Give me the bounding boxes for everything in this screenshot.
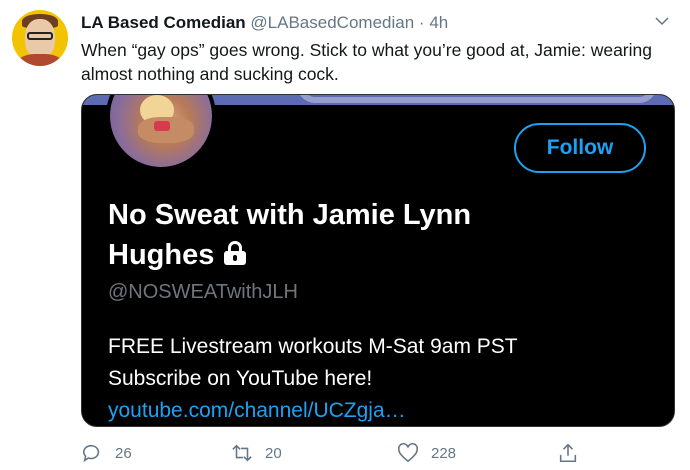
tweet-actions: 26 20 228: [81, 440, 581, 466]
header-separator: ·: [418, 13, 425, 32]
heart-icon: [398, 442, 418, 463]
reply-count: 26: [115, 444, 132, 462]
banner-graphic: [297, 95, 657, 103]
bio-line-1: FREE Livestream workouts M-Sat 9am PST: [108, 335, 518, 358]
author-name[interactable]: LA Based Comedian: [81, 13, 246, 32]
like-button[interactable]: 228: [397, 440, 456, 466]
card-bio: FREE Livestream workouts M-Sat 9am PST S…: [108, 331, 668, 426]
profile-picture[interactable]: [106, 95, 216, 171]
lock-icon: [224, 241, 247, 266]
retweet-count: 20: [265, 444, 282, 462]
bio-youtube-link[interactable]: youtube.com/channel/UCZgja…: [108, 399, 406, 422]
author-avatar[interactable]: [12, 10, 68, 66]
bio-line-2-text: Subscribe on YouTube here!: [108, 367, 373, 390]
profile-card[interactable]: Follow No Sweat with Jamie Lynn Hughes @…: [81, 94, 675, 427]
chevron-down-icon[interactable]: [650, 12, 674, 34]
card-display-name: No Sweat with Jamie Lynn Hughes: [108, 195, 528, 275]
tweet-header: LA Based Comedian @LABasedComedian · 4h: [81, 13, 448, 35]
avatar-shirt: [18, 54, 62, 66]
tweet-text: When “gay ops” goes wrong. Stick to what…: [81, 40, 652, 84]
reply-icon: [82, 444, 100, 462]
share-button[interactable]: [557, 440, 579, 466]
card-display-name-text: No Sweat with Jamie Lynn Hughes: [108, 199, 472, 271]
share-icon: [559, 443, 577, 463]
card-handle: @NOSWEATwithJLH: [108, 281, 298, 303]
reply-button[interactable]: 26: [81, 440, 132, 466]
bio-line-2: Subscribe on YouTube here! youtube.com/c…: [108, 363, 668, 426]
retweet-icon: [232, 444, 252, 462]
profile-picture-top: [154, 121, 170, 131]
follow-button[interactable]: Follow: [514, 123, 646, 173]
avatar-glasses: [27, 32, 53, 40]
retweet-button[interactable]: 20: [231, 440, 282, 466]
tweet-timestamp[interactable]: 4h: [429, 13, 448, 32]
like-count: 228: [431, 444, 457, 462]
author-handle[interactable]: @LABasedComedian: [250, 13, 414, 32]
